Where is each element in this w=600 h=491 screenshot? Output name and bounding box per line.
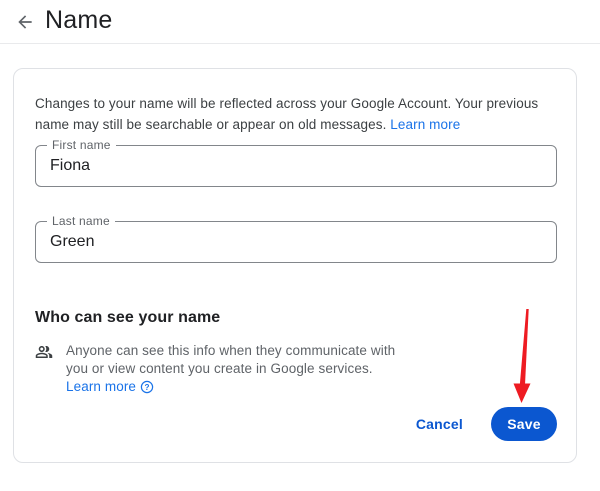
visibility-text-block: Anyone can see this info when they commu… — [66, 342, 402, 396]
page-header: Name — [0, 0, 600, 44]
visibility-heading: Who can see your name — [35, 309, 546, 327]
first-name-field: First name — [35, 145, 557, 187]
back-button[interactable] — [12, 9, 38, 35]
description-body: Changes to your name will be reflected a… — [35, 96, 538, 132]
cancel-button[interactable]: Cancel — [416, 416, 463, 432]
last-name-input[interactable] — [36, 222, 556, 262]
help-icon[interactable]: ? — [140, 380, 154, 394]
first-name-input[interactable] — [36, 146, 556, 186]
page-title: Name — [45, 8, 113, 36]
visibility-info-row: Anyone can see this info when they commu… — [35, 342, 546, 396]
first-name-label: First name — [47, 138, 116, 152]
name-settings-card: Changes to your name will be reflected a… — [13, 68, 577, 463]
last-name-field: Last name — [35, 221, 557, 263]
description-learn-more-link[interactable]: Learn more — [390, 117, 460, 132]
action-buttons: Cancel Save — [416, 407, 557, 441]
people-icon — [35, 343, 53, 361]
visibility-learn-more-link[interactable]: Learn more — [66, 378, 136, 396]
last-name-label: Last name — [47, 214, 115, 228]
description-text: Changes to your name will be reflected a… — [35, 93, 553, 135]
save-button[interactable]: Save — [491, 407, 557, 441]
visibility-text: Anyone can see this info when they commu… — [66, 343, 395, 376]
svg-text:?: ? — [144, 383, 149, 392]
back-arrow-icon — [15, 12, 35, 32]
